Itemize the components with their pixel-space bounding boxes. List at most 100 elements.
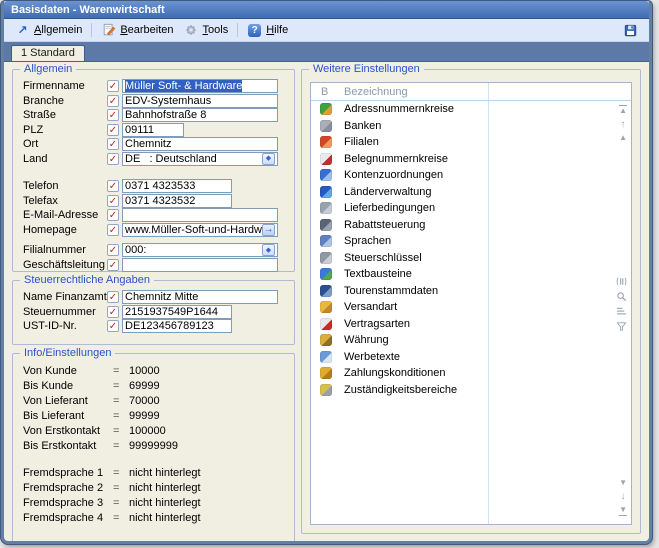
field-check-icon[interactable]: ✓ xyxy=(107,109,119,121)
save-button[interactable] xyxy=(618,22,643,39)
dropdown-icon[interactable]: ◆ xyxy=(262,153,275,165)
app-window: Basisdaten - Warenwirtschaft ↗ Allgemein… xyxy=(1,1,652,544)
scroll-to-top-icon[interactable]: ▲ xyxy=(619,105,627,115)
shipping-type-icon xyxy=(320,301,332,313)
form-row: Land ✓ DE : Deutschland ◆ → xyxy=(23,152,288,167)
text-input[interactable]: 2151937549P1644 xyxy=(122,305,232,319)
text-input[interactable]: 000: ◆ → xyxy=(122,243,278,257)
field-check-icon[interactable]: ✓ xyxy=(107,153,119,165)
settings-item-label: Vertragsarten xyxy=(341,318,410,330)
field-label: Telefon xyxy=(23,180,107,192)
equals-sign: = xyxy=(113,512,129,524)
info-value: nicht hinterlegt xyxy=(129,467,201,479)
settings-item-label: Filialen xyxy=(341,136,379,148)
field-check-icon[interactable]: ✓ xyxy=(107,224,119,236)
settings-list-item[interactable]: Lieferbedingungen xyxy=(311,200,631,217)
list-nav-strip: ▲ ↑ ▲ xyxy=(611,83,627,524)
text-input[interactable]: 09111 ◆ → xyxy=(122,123,184,137)
column-header-b[interactable]: B xyxy=(311,86,341,98)
field-check-icon[interactable]: ✓ xyxy=(107,180,119,192)
text-input[interactable]: Chemnitz ◆ → xyxy=(122,137,278,151)
settings-list-item[interactable]: Vertragsarten xyxy=(311,316,631,333)
text-input[interactable]: EDV-Systemhaus ◆ → xyxy=(122,94,278,108)
column-header-bezeichnung[interactable]: Bezeichnung xyxy=(341,86,408,98)
settings-list-item[interactable]: Steuerschlüssel xyxy=(311,250,631,267)
settings-list-item[interactable]: Werbetexte xyxy=(311,349,631,366)
tab-standard[interactable]: 1 Standard xyxy=(11,45,85,61)
text-input[interactable]: www.Müller-Soft-und-Hardware.de ◆ → xyxy=(122,223,278,237)
menu-hilfe-label: Hilfe xyxy=(266,24,288,36)
settings-list-item[interactable]: Länderverwaltung xyxy=(311,184,631,201)
settings-list-item[interactable]: Banken xyxy=(311,118,631,135)
previous-record-icon[interactable]: ▲ xyxy=(619,134,627,142)
settings-item-label: Textbausteine xyxy=(341,268,412,280)
delivery-terms-icon xyxy=(320,202,332,214)
next-record-icon[interactable]: ▼ xyxy=(619,479,627,487)
field-label: Geschäftsleitung xyxy=(23,259,107,271)
text-input[interactable]: DE : Deutschland ◆ → xyxy=(122,152,278,166)
field-check-icon[interactable]: ✓ xyxy=(107,209,119,221)
form-row: Name Finanzamt ✓ Chemnitz Mitte xyxy=(23,290,288,305)
settings-list-item[interactable]: Sprachen xyxy=(311,233,631,250)
text-input[interactable]: Chemnitz Mitte xyxy=(122,290,278,304)
search-icon[interactable] xyxy=(616,291,627,302)
settings-list-item[interactable]: Belegnummernkreise xyxy=(311,151,631,168)
equals-sign: = xyxy=(113,410,129,422)
input-value: Chemnitz xyxy=(125,138,171,150)
settings-list-item[interactable]: Versandart xyxy=(311,299,631,316)
menu-allgemein[interactable]: ↗ Allgemein xyxy=(10,22,87,39)
field-check-icon[interactable]: ✓ xyxy=(107,80,119,92)
field-check-icon[interactable]: ✓ xyxy=(107,291,119,303)
info-row: Bis Lieferant = 99999 xyxy=(23,408,288,423)
text-input[interactable]: Müller Soft- & Hardware ◆ → xyxy=(122,79,278,93)
go-arrow-icon[interactable]: → xyxy=(262,224,275,236)
field-check-icon[interactable]: ✓ xyxy=(107,124,119,136)
form-row: Geschäftsleitung ✓ ◆ → xyxy=(23,258,288,273)
settings-list-item[interactable]: Adressnummernkreise xyxy=(311,101,631,118)
info-row: Von Lieferant = 70000 xyxy=(23,393,288,408)
page-up-icon[interactable]: ↑ xyxy=(621,120,626,129)
branches-icon xyxy=(320,136,332,148)
field-label: Telefax xyxy=(23,195,107,207)
field-check-icon[interactable]: ✓ xyxy=(107,320,119,332)
right-column: Weitere Einstellungen B Bezeichnung Adre… xyxy=(301,69,641,534)
field-check-icon[interactable]: ✓ xyxy=(107,138,119,150)
settings-list: B Bezeichnung Adressnummernkreise Banken xyxy=(310,82,632,525)
settings-list-item[interactable]: Rabattsteuerung xyxy=(311,217,631,234)
settings-list-item[interactable]: Kontenzuordnungen xyxy=(311,167,631,184)
field-check-icon[interactable]: ✓ xyxy=(107,195,119,207)
text-input[interactable]: 0371 4323532 ◆ → xyxy=(122,194,232,208)
field-check-icon[interactable]: ✓ xyxy=(107,244,119,256)
scroll-to-bottom-icon[interactable]: ▼ xyxy=(619,506,627,516)
columns-icon[interactable] xyxy=(616,276,627,287)
text-input[interactable]: DE123456789123 xyxy=(122,319,232,333)
field-label: Steuernummer xyxy=(23,306,107,318)
settings-list-item[interactable]: Währung xyxy=(311,332,631,349)
field-check-icon[interactable]: ✓ xyxy=(107,259,119,271)
filter-icon[interactable] xyxy=(616,321,627,332)
menu-tools-label: Tools xyxy=(203,24,229,36)
dropdown-icon[interactable]: ◆ xyxy=(262,244,275,256)
page-down-icon[interactable]: ↓ xyxy=(621,492,626,501)
info-value: nicht hinterlegt xyxy=(129,482,201,494)
info-label: Bis Lieferant xyxy=(23,410,113,422)
settings-list-item[interactable]: Zahlungskonditionen xyxy=(311,365,631,382)
sort-icon[interactable] xyxy=(616,306,627,317)
text-input[interactable]: ◆ → xyxy=(122,208,278,222)
text-input[interactable]: ◆ → xyxy=(122,258,278,272)
save-icon xyxy=(623,23,638,38)
field-check-icon[interactable]: ✓ xyxy=(107,95,119,107)
settings-list-item[interactable]: Tourenstammdaten xyxy=(311,283,631,300)
menu-bearbeiten[interactable]: Bearbeiten xyxy=(96,22,178,39)
menu-tools[interactable]: Tools xyxy=(179,22,234,39)
input-value: 0371 4323533 xyxy=(125,180,195,192)
arrow-up-right-icon: ↗ xyxy=(15,23,30,38)
text-input[interactable]: 0371 4323533 ◆ → xyxy=(122,179,232,193)
settings-list-item[interactable]: Zuständigkeitsbereiche xyxy=(311,382,631,399)
info-row: Fremdsprache 2 = nicht hinterlegt xyxy=(23,480,288,495)
field-check-icon[interactable]: ✓ xyxy=(107,306,119,318)
settings-list-item[interactable]: Textbausteine xyxy=(311,266,631,283)
menu-hilfe[interactable]: ? Hilfe xyxy=(242,22,293,39)
settings-list-item[interactable]: Filialen xyxy=(311,134,631,151)
text-input[interactable]: Bahnhofstraße 8 ◆ → xyxy=(122,108,278,122)
